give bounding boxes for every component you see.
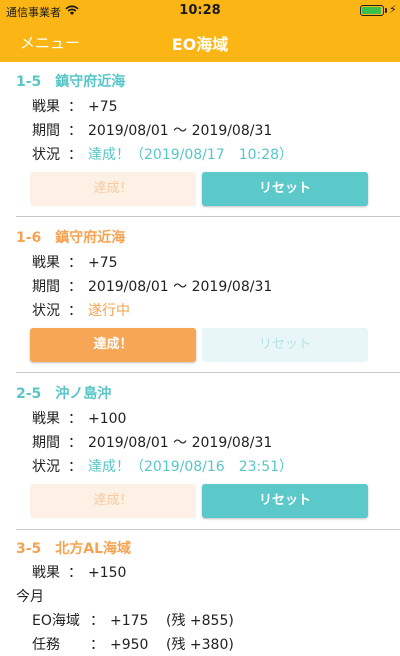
- result-value: +100: [88, 411, 127, 427]
- colon: ：: [90, 613, 104, 629]
- battery-icon: [360, 5, 384, 16]
- period-row: 期間 ： 2019/08/01 〜 2019/08/31: [32, 432, 272, 452]
- period-row: 期間 ： 2019/08/01 〜 2019/08/31: [32, 276, 272, 296]
- card-title: 1-5 鎮守府近海: [16, 71, 125, 91]
- period-value: 2019/08/01 〜 2019/08/31: [88, 123, 273, 139]
- achieve-button[interactable]: 達成！: [30, 484, 196, 518]
- eo-card-3-5: 3-5 北方AL海域 戦果 ： +150 今月 EO海域 ： +175 (残 +855) 任…: [16, 530, 400, 656]
- period-label: 期間: [32, 123, 60, 139]
- period-row: 期間 ： 2019/08/01 〜 2019/08/31: [32, 120, 272, 140]
- card-title: 3-5 北方AL海域: [16, 538, 131, 558]
- eo-area-label: EO海域: [32, 613, 80, 629]
- colon: ：: [68, 279, 82, 295]
- colon: ：: [90, 637, 104, 653]
- achieve-button[interactable]: 達成！: [30, 172, 196, 206]
- colon: ：: [68, 99, 82, 115]
- colon: ：: [68, 147, 82, 163]
- eo-card-2-5: 2-5 沖ノ島沖 戦果 ： +100 期間 ： 2019/08/01 〜 2019/08/…: [16, 373, 400, 530]
- result-row: 戦果 ： +100: [32, 408, 126, 428]
- colon: ：: [68, 255, 82, 271]
- colon: ：: [68, 411, 82, 427]
- status-label: 状況: [32, 147, 60, 163]
- achieve-button[interactable]: 達成！: [30, 328, 196, 362]
- period-value: 2019/08/01 〜 2019/08/31: [88, 279, 273, 295]
- status-label: 状況: [32, 459, 60, 475]
- eo-total-row: EO海域 ： +175 (残 +855): [32, 610, 234, 630]
- colon: ：: [68, 435, 82, 451]
- result-row: 戦果 ： +150: [32, 562, 126, 582]
- this-month-label: 今月: [16, 589, 44, 605]
- colon: ：: [68, 565, 82, 581]
- reset-button[interactable]: リセット: [202, 328, 368, 362]
- colon: ：: [68, 303, 82, 319]
- area-name: 沖ノ島沖: [55, 386, 112, 402]
- period-value: 2019/08/01 〜 2019/08/31: [88, 435, 273, 451]
- battery-tip: [385, 8, 387, 13]
- colon: ：: [68, 459, 82, 475]
- period-label: 期間: [32, 435, 60, 451]
- area-code: 3-5: [16, 541, 42, 557]
- area-name: 鎮守府近海: [55, 230, 126, 246]
- status-value: 遂行中: [88, 303, 130, 319]
- mission-value: +950: [110, 637, 149, 653]
- battery-level-fill: [362, 7, 381, 14]
- status-row: 状況 ： 遂行中: [32, 300, 130, 320]
- charging-bolt-icon: ⚡: [389, 3, 397, 16]
- area-name: 鎮守府近海: [55, 74, 126, 90]
- status-value: 達成！（2019/08/17 10:28）: [88, 147, 294, 163]
- eo-list[interactable]: 1-5 鎮守府近海 戦果 ： +75 期間 ： 2019/08/01 〜 2019/08/…: [0, 62, 400, 656]
- colon: ：: [68, 123, 82, 139]
- result-label: 戦果: [32, 565, 60, 581]
- area-code: 1-5: [16, 74, 42, 90]
- reset-button[interactable]: リセット: [202, 172, 368, 206]
- status-value: 達成！（2019/08/16 23:51）: [88, 459, 294, 475]
- this-month-heading: 今月: [16, 586, 44, 606]
- result-label: 戦果: [32, 411, 60, 427]
- area-code: 1-6: [16, 230, 42, 246]
- eo-area-value: +175: [110, 613, 149, 629]
- status-row: 状況 ： 達成！（2019/08/16 23:51）: [32, 456, 293, 476]
- status-label: 状況: [32, 303, 60, 319]
- area-code: 2-5: [16, 386, 42, 402]
- result-label: 戦果: [32, 99, 60, 115]
- area-name: 北方AL海域: [55, 541, 132, 557]
- reset-button[interactable]: リセット: [202, 484, 368, 518]
- page-title: EO海域: [171, 35, 229, 54]
- result-row: 戦果 ： +75: [32, 96, 118, 116]
- result-value: +75: [88, 99, 118, 115]
- mission-remaining: (残 +380): [166, 637, 234, 653]
- result-value: +75: [88, 255, 118, 271]
- result-label: 戦果: [32, 255, 60, 271]
- eo-card-1-5: 1-5 鎮守府近海 戦果 ： +75 期間 ： 2019/08/01 〜 2019/08/…: [16, 62, 400, 217]
- status-bar: 通信事業者 10:28 ⚡: [0, 0, 400, 22]
- period-label: 期間: [32, 279, 60, 295]
- card-title: 1-6 鎮守府近海: [16, 227, 125, 247]
- result-value: +150: [88, 565, 127, 581]
- clock: 10:28: [179, 3, 221, 18]
- navigation-bar: メニュー EO海域: [0, 22, 400, 62]
- card-title: 2-5 沖ノ島沖: [16, 383, 111, 403]
- eo-area-remaining: (残 +855): [166, 613, 234, 629]
- mission-label: 任務: [32, 637, 60, 653]
- eo-card-1-6: 1-6 鎮守府近海 戦果 ： +75 期間 ： 2019/08/01 〜 2019/08/…: [16, 217, 400, 373]
- mission-total-row: 任務 ： +950 (残 +380): [32, 634, 234, 654]
- status-row: 状況 ： 達成！（2019/08/17 10:28）: [32, 144, 293, 164]
- result-row: 戦果 ： +75: [32, 252, 118, 272]
